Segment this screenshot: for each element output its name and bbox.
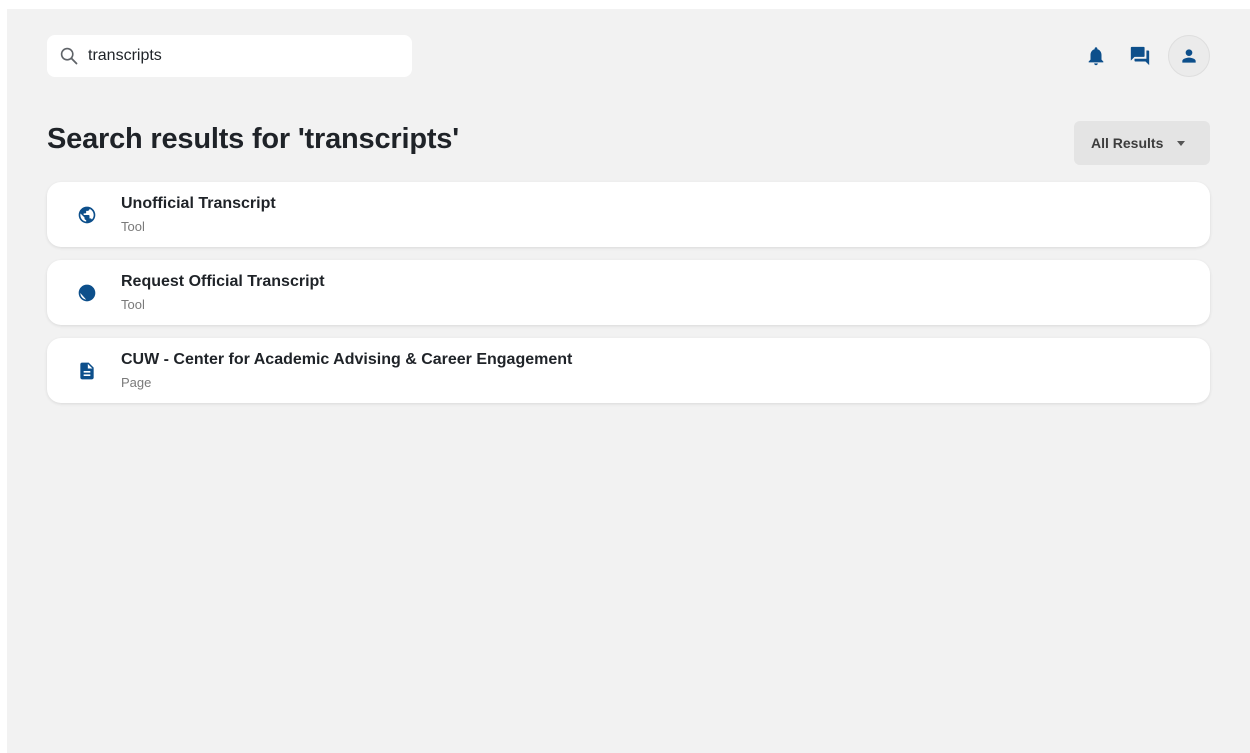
result-type: Tool (121, 297, 145, 312)
chat-icon[interactable] (1128, 44, 1152, 68)
result-title: Unofficial Transcript (121, 195, 276, 212)
globe-icon (77, 205, 97, 225)
result-type: Tool (121, 219, 145, 234)
header-actions (1084, 35, 1210, 77)
result-item[interactable]: Request Official Transcript Tool (47, 260, 1210, 325)
search-bar[interactable] (47, 35, 412, 77)
avatar[interactable] (1168, 35, 1210, 77)
result-item[interactable]: Unofficial Transcript Tool (47, 182, 1210, 247)
app-canvas: Search results for 'transcripts' All Res… (7, 9, 1250, 753)
bell-icon[interactable] (1084, 44, 1108, 68)
filter-selected-label: All Results (1091, 135, 1164, 151)
document-icon (77, 361, 97, 381)
globe-icon (77, 283, 97, 303)
result-type: Page (121, 375, 152, 390)
result-item[interactable]: CUW - Center for Academic Advising & Car… (47, 338, 1210, 403)
caret-down-icon (1177, 140, 1186, 146)
search-icon (60, 47, 78, 65)
result-title: CUW - Center for Academic Advising & Car… (121, 351, 573, 368)
results-list: Unofficial Transcript Tool Request Offic… (47, 182, 1210, 416)
search-input[interactable] (88, 47, 388, 65)
page-title: Search results for 'transcripts' (47, 123, 459, 155)
result-title: Request Official Transcript (121, 273, 325, 290)
person-icon (1182, 49, 1196, 63)
results-filter-dropdown[interactable]: All Results (1074, 121, 1210, 165)
